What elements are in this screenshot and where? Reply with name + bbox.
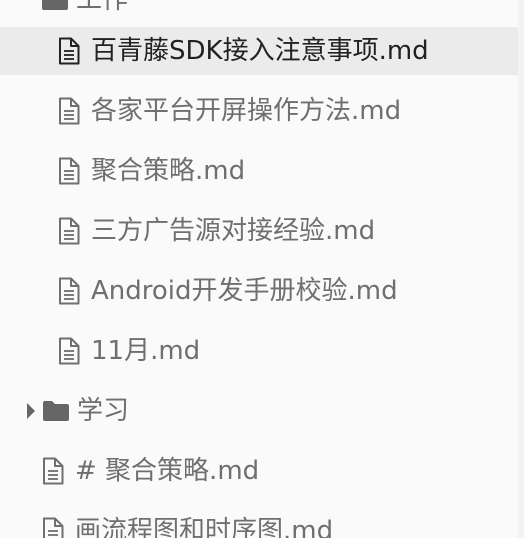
scrollbar-track[interactable] (518, 0, 524, 538)
document-icon (56, 276, 82, 306)
document-icon (40, 516, 66, 538)
file-item-platform-splash[interactable]: 各家平台开屏操作方法.md (0, 87, 518, 135)
file-item-aggregation-strategy[interactable]: 聚合策略.md (0, 147, 518, 195)
file-item-android-manual[interactable]: Android开发手册校验.md (0, 267, 518, 315)
file-label: 各家平台开屏操作方法.md (91, 96, 402, 126)
folder-item-work[interactable]: 工作 (0, 0, 518, 24)
file-label: 画流程图和时序图.md (75, 516, 334, 538)
file-item-hash-aggregation[interactable]: # 聚合策略.md (0, 447, 518, 495)
document-icon (56, 156, 82, 186)
folder-item-study[interactable]: 学习 (0, 387, 518, 435)
file-tree: 工作 百青藤SDK接入注意事项.md 各家平台开屏操作方法.md 聚合策略.md… (0, 0, 524, 538)
document-icon (56, 216, 82, 246)
folder-label: 学习 (77, 396, 130, 426)
document-icon (56, 336, 82, 366)
file-label: 11月.md (91, 336, 201, 366)
file-label: # 聚合策略.md (75, 456, 260, 486)
caret-right-icon[interactable] (24, 401, 38, 421)
file-item-november[interactable]: 11月.md (0, 327, 518, 375)
document-icon (56, 36, 82, 66)
document-icon (40, 456, 66, 486)
file-label: Android开发手册校验.md (91, 276, 398, 306)
file-item-flowchart[interactable]: 画流程图和时序图.md (0, 507, 518, 538)
file-label: 百青藤SDK接入注意事项.md (91, 36, 429, 66)
folder-label: 工作 (76, 0, 129, 15)
file-item-third-party-ad[interactable]: 三方广告源对接经验.md (0, 207, 518, 255)
folder-icon (41, 398, 71, 424)
document-icon (56, 96, 82, 126)
file-item-baiqingteng-sdk[interactable]: 百青藤SDK接入注意事项.md (0, 27, 518, 75)
file-label: 聚合策略.md (91, 156, 246, 186)
file-label: 三方广告源对接经验.md (91, 216, 376, 246)
folder-icon (40, 0, 70, 13)
